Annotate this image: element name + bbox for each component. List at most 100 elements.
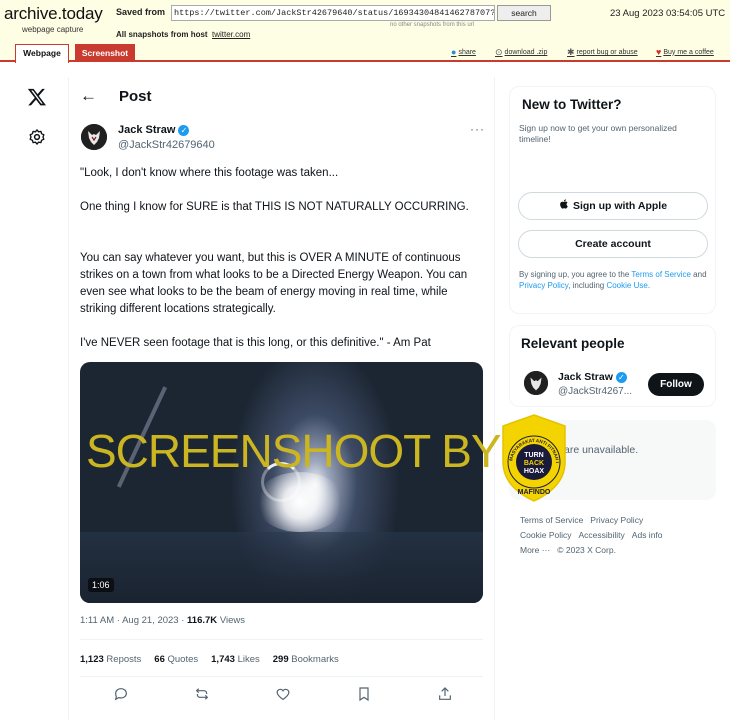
footer-link[interactable]: Privacy Policy [590, 515, 643, 525]
footer-link[interactable]: Terms of Service [520, 515, 583, 525]
tab-webpage[interactable]: Webpage [15, 44, 69, 63]
badge-hoax-text: HOAX [524, 468, 545, 475]
author-name-text: Jack Straw [118, 124, 176, 136]
bookmarks-stat[interactable]: 299 Bookmarks [273, 654, 339, 665]
more-options-icon[interactable]: ··· [470, 122, 485, 136]
verified-badge-icon: ✓ [615, 371, 627, 383]
archive-subtitle: webpage capture [22, 25, 84, 34]
coffee-link[interactable]: ♥ Buy me a coffee [656, 47, 714, 57]
badge-turn-text: TURN [524, 452, 543, 459]
quotes-count: 66 [154, 654, 165, 665]
signup-legal-text: By signing up, you agree to the Terms of… [519, 269, 711, 291]
footer-link[interactable]: More ··· [520, 545, 550, 555]
video-player[interactable]: 1:06 [80, 362, 483, 603]
archive-banner: archive.today webpage capture Saved from… [0, 0, 730, 63]
relevant-avatar[interactable] [524, 371, 548, 395]
tweet-paragraph: You can say whatever you want, but this … [80, 252, 468, 315]
post-header: ← Post [80, 86, 152, 106]
video-frame-ground [80, 532, 483, 603]
cookie-link[interactable]: Cookie Use [606, 281, 647, 290]
page-title: Post [119, 87, 152, 105]
post-time[interactable]: 1:11 AM · Aug 21, 2023 · [80, 615, 184, 626]
bug-icon: ✱ [567, 47, 575, 57]
reposts-label: Reposts [106, 654, 142, 665]
share-link-label: share [458, 48, 476, 56]
download-link[interactable]: ⊙ download .zip [495, 47, 547, 58]
like-heart-icon[interactable] [275, 686, 291, 702]
capture-date: 23 Aug 2023 03:54:05 UTC [610, 8, 726, 19]
legal-text: and [690, 270, 707, 279]
footer-copyright: © 2023 X Corp. [557, 545, 616, 555]
author-handle[interactable]: @JackStr42679640 [118, 139, 215, 151]
signup-title: New to Twitter? [522, 97, 622, 112]
column-divider-left [68, 77, 69, 720]
bookmarks-count: 299 [272, 654, 289, 665]
coffee-link-label: Buy me a coffee [663, 48, 714, 56]
likes-stat[interactable]: 1,743 Likes [211, 654, 260, 665]
signup-card: New to Twitter? Sign up now to get your … [509, 86, 716, 314]
footer-link[interactable]: Cookie Policy [520, 530, 572, 540]
badge-back-text: BACK [524, 460, 544, 467]
engagement-stats: 1,123 Reposts 66 Quotes 1,743 Likes 299 … [80, 654, 339, 665]
from-host-label: from host [170, 30, 208, 39]
author-avatar[interactable] [81, 124, 107, 150]
page: archive.today webpage capture Saved from… [0, 0, 730, 720]
relevant-people-card: Relevant people Jack Straw ✓ @JackStr426… [509, 325, 716, 407]
repost-icon[interactable] [194, 686, 210, 702]
trends-unavailable-text: are unavailable. [564, 444, 639, 456]
tweet-paragraph: "Look, I don't know where this footage w… [80, 167, 339, 179]
share-icon[interactable] [437, 686, 453, 702]
privacy-link[interactable]: Privacy Policy [519, 281, 568, 290]
back-arrow-icon[interactable]: ← [80, 86, 97, 106]
relevant-handle[interactable]: @JackStr4267... [558, 386, 632, 397]
turnbackhoax-badge-logo: TURN BACK HOAX MASYARAKAT ANTI FITNAH IN… [497, 412, 566, 502]
share-icon: ● [451, 47, 457, 57]
watermark-text: SCREENSHOOT BY [86, 425, 502, 477]
download-link-label: download .zip [504, 49, 548, 56]
saved-from-label: Saved from [116, 7, 166, 17]
search-button[interactable]: search [497, 5, 551, 21]
legal-text: By signing up, you agree to the [519, 270, 632, 279]
column-divider-right [494, 77, 495, 720]
quotes-stat[interactable]: 66 Quotes [154, 654, 198, 665]
bookmark-icon[interactable] [356, 686, 372, 702]
follow-button[interactable]: Follow [648, 373, 704, 396]
action-bar [113, 686, 453, 702]
reposts-count: 1,123 [80, 654, 104, 665]
tab-screenshot[interactable]: Screenshot [75, 44, 135, 62]
wolf-avatar-icon [524, 371, 548, 395]
views-label: Views [219, 615, 245, 626]
sign-up-apple-button[interactable]: Sign up with Apple [518, 192, 708, 220]
relevant-name[interactable]: Jack Straw ✓ [558, 371, 627, 383]
report-link-label: report bug or abuse [576, 49, 638, 56]
relevant-people-title: Relevant people [521, 336, 625, 351]
sidebar-footer: Terms of Service Privacy Policy Cookie Po… [520, 513, 710, 558]
x-logo-icon[interactable] [27, 87, 47, 107]
separator [80, 676, 483, 677]
no-other-snapshots: no other snapshots from this url [390, 22, 475, 28]
report-link[interactable]: ✱ report bug or abuse [567, 47, 638, 58]
heart-icon: ♥ [656, 47, 662, 57]
footer-link[interactable]: Accessibility [579, 530, 625, 540]
reply-icon[interactable] [113, 686, 129, 702]
all-snapshots-link[interactable]: All snapshots [116, 30, 168, 39]
host-link[interactable]: twitter.com [212, 30, 250, 39]
reposts-stat[interactable]: 1,123 Reposts [80, 654, 141, 665]
tweet-paragraph: I've NEVER seen footage that is this lon… [80, 337, 431, 349]
create-account-button[interactable]: Create account [518, 230, 708, 258]
verified-badge-icon: ✓ [178, 124, 190, 136]
archive-logo[interactable]: archive.today [4, 4, 103, 24]
share-link[interactable]: ● share [451, 47, 476, 57]
download-icon: ⊙ [495, 47, 503, 57]
footer-link[interactable]: Ads info [632, 530, 663, 540]
bookmarks-label: Bookmarks [291, 654, 339, 665]
author-name[interactable]: Jack Straw ✓ [118, 124, 190, 136]
wolf-avatar-icon [81, 124, 107, 150]
apple-button-label: Sign up with Apple [572, 200, 668, 212]
settings-gear-icon[interactable] [28, 128, 46, 146]
source-url-field[interactable]: https://twitter.com/JackStr42679640/stat… [171, 5, 495, 21]
all-snapshots-label: All snapshots from host [116, 30, 208, 39]
video-duration: 1:06 [88, 578, 114, 592]
terms-link[interactable]: Terms of Service [631, 270, 691, 279]
views-count: 116.7K [187, 615, 218, 626]
